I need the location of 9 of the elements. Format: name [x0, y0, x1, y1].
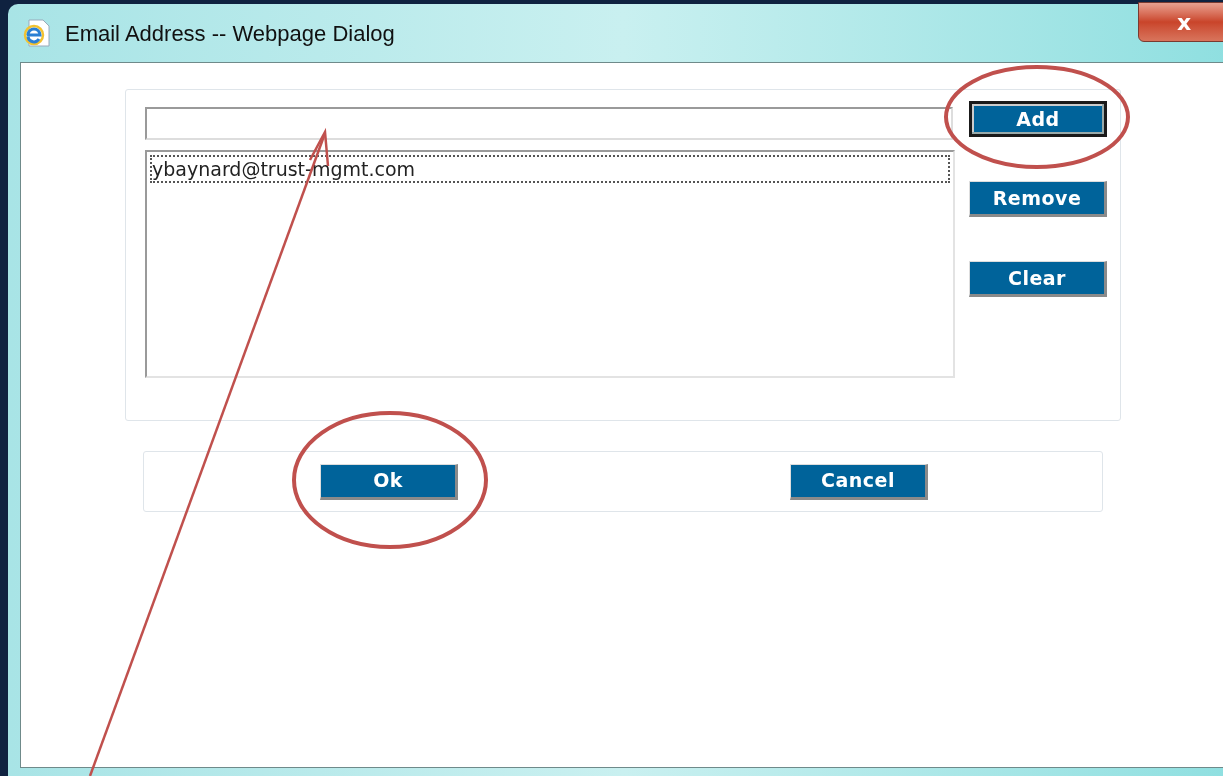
browser-page-icon [21, 18, 51, 48]
close-button[interactable]: x [1138, 2, 1223, 42]
dialog-button[interactable]: Remove [969, 181, 1107, 217]
dialog-button[interactable]: Add [969, 101, 1107, 137]
window-title: Email Address -- Webpage Dialog [65, 19, 395, 48]
email-input-field[interactable] [145, 107, 953, 140]
dialog-button[interactable]: Ok [320, 463, 458, 500]
dialog-button[interactable]: Cancel [790, 463, 928, 500]
dialog-button[interactable]: Clear [969, 261, 1107, 297]
